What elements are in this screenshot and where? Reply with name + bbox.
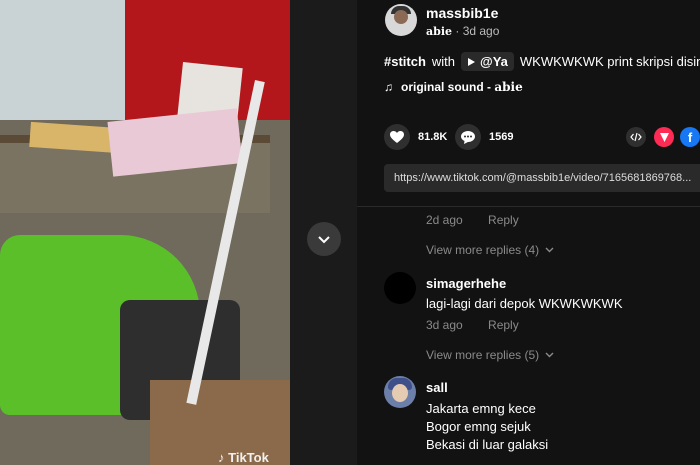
comment-username[interactable]: simagerhehe — [426, 276, 506, 291]
tiktok-watermark: ♪ TikTok — [218, 450, 269, 465]
caption-with: with — [431, 54, 456, 69]
view-more-replies-button[interactable]: View more replies (4) — [426, 243, 554, 257]
reply-meta: 2d ago Reply — [426, 213, 519, 227]
share-url-field[interactable]: https://www.tiktok.com/@massbib1e/video/… — [384, 164, 700, 192]
comment-text-line: Bogor emng sejuk — [426, 419, 531, 434]
code-icon — [630, 132, 642, 142]
caption-text: WKWKWKWK print skripsi disini ju — [519, 54, 700, 69]
comment-button[interactable]: 1569 — [455, 124, 513, 150]
comment-meta: 3d ago Reply — [426, 318, 519, 332]
play-icon — [468, 57, 476, 66]
send-icon — [659, 132, 669, 142]
chevron-down-icon — [545, 247, 554, 253]
comment-count: 1569 — [489, 131, 514, 143]
comment-icon — [455, 124, 481, 150]
video-background — [0, 0, 130, 120]
next-video-button[interactable] — [307, 222, 341, 256]
reply-button[interactable]: Reply — [488, 213, 519, 227]
comment-time: 3d ago — [426, 318, 463, 332]
caption-mention[interactable]: @Ya — [461, 52, 514, 71]
comment-text-line: Bekasi di luar galaksi — [426, 437, 549, 452]
facebook-share-button[interactable]: f — [680, 127, 700, 147]
chevron-down-icon — [545, 352, 554, 358]
comment-text-line: Jakarta emng kece — [426, 401, 536, 416]
embed-button[interactable] — [626, 127, 646, 147]
comment-username[interactable]: sall — [426, 380, 448, 395]
music-note-icon: ♫ — [384, 80, 393, 94]
video-player[interactable]: ♪ TikTok — [0, 0, 290, 465]
heart-icon — [384, 124, 410, 150]
reply-time: 2d ago — [426, 213, 463, 227]
tiktok-logo-icon: ♪ — [218, 450, 225, 465]
chevron-down-icon — [318, 236, 330, 244]
sound-link[interactable]: ♫ original sound - abie — [384, 80, 523, 94]
like-button[interactable]: 81.8K — [384, 124, 447, 150]
author-display-name: abie — [426, 25, 452, 38]
video-caption: #stitch with @Ya WKWKWKWK print skripsi … — [384, 52, 700, 71]
reply-button[interactable]: Reply — [488, 318, 519, 332]
caption-hashtag[interactable]: #stitch — [384, 54, 426, 69]
author-meta: abie · 3d ago — [426, 24, 500, 38]
comment-avatar[interactable] — [384, 376, 416, 408]
divider — [357, 206, 700, 207]
send-button[interactable] — [654, 127, 674, 147]
facebook-icon: f — [687, 129, 693, 145]
comment-text: lagi-lagi dari depok WKWKWKWK — [426, 296, 623, 311]
sound-label: original sound - abie — [401, 80, 523, 94]
details-panel: massbib1e abie · 3d ago #stitch with @Ya… — [357, 0, 700, 465]
like-count: 81.8K — [418, 131, 448, 143]
view-more-replies-button[interactable]: View more replies (5) — [426, 348, 554, 362]
comment-avatar[interactable] — [384, 272, 416, 304]
author-avatar[interactable] — [385, 4, 417, 36]
author-username[interactable]: massbib1e — [426, 5, 498, 21]
post-time: 3d ago — [462, 24, 500, 38]
